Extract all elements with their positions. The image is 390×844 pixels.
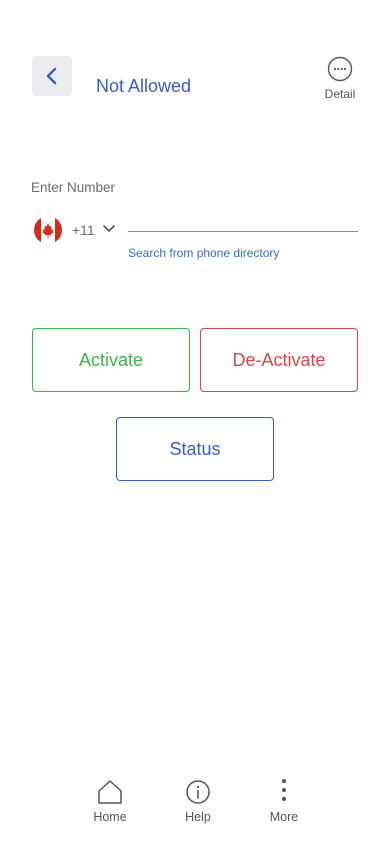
info-icon [186, 780, 210, 804]
more-vertical-icon [282, 779, 286, 801]
page-title: Not Allowed [96, 76, 192, 96]
country-code[interactable]: +11 [72, 222, 95, 238]
detail-button[interactable]: Detail [318, 56, 362, 102]
nav-label-home: Home [93, 810, 127, 824]
nav-item-help[interactable]: Help [168, 770, 228, 830]
canada-flag-icon[interactable] [34, 216, 62, 244]
nav-label-more: More [269, 810, 299, 824]
search-directory-link[interactable]: Search from phone directory [128, 246, 279, 260]
phone-number-input[interactable] [128, 210, 358, 232]
home-icon [98, 780, 122, 804]
activate-button[interactable]: Activate [32, 328, 190, 392]
more-horizontal-circle-icon [327, 56, 353, 82]
chevron-down-icon[interactable] [102, 224, 116, 234]
chevron-left-icon [46, 67, 57, 85]
nav-label-help: Help [185, 810, 211, 824]
deactivate-button[interactable]: De-Activate [200, 328, 358, 392]
enter-number-label: Enter Number [31, 180, 116, 195]
detail-label: Detail [324, 87, 356, 101]
nav-item-more[interactable]: More [254, 770, 314, 830]
bottom-nav: Home Help More [0, 770, 390, 840]
nav-item-home[interactable]: Home [80, 770, 140, 830]
back-button[interactable] [32, 56, 72, 96]
status-button[interactable]: Status [116, 417, 274, 481]
